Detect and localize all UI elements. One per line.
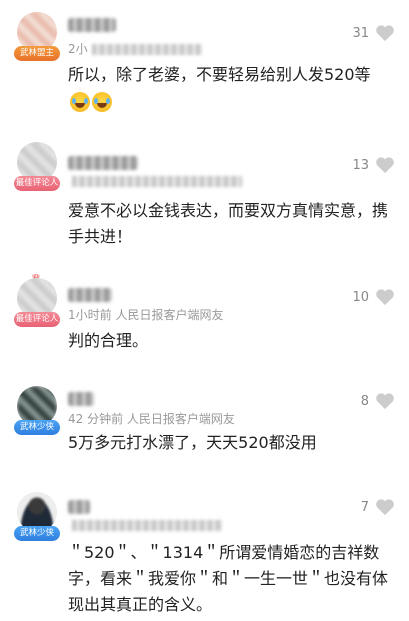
- avatar-group[interactable]: 武林盟主: [14, 12, 60, 61]
- laughing-tears-emoji-icon: [70, 91, 90, 112]
- comment-text: 所以，除了老婆，不要轻易给别人发520等: [68, 62, 388, 114]
- username-blurred[interactable]: [68, 288, 112, 302]
- comment-meta: [68, 174, 242, 188]
- like-count: 31: [352, 25, 369, 41]
- like-button[interactable]: 13: [352, 156, 395, 174]
- username-blurred[interactable]: [68, 500, 90, 514]
- like-count: 8: [360, 393, 369, 409]
- like-button[interactable]: 31: [352, 24, 395, 42]
- comment-meta: 42 分钟前 人民日报客户端网友: [68, 412, 235, 426]
- username-blurred[interactable]: [68, 18, 116, 32]
- avatar-group[interactable]: 武林少侠: [14, 386, 60, 435]
- like-button[interactable]: 7: [361, 498, 395, 516]
- comment-meta: 2小: [68, 40, 202, 57]
- like-count: 7: [360, 499, 369, 515]
- comment-text: 判的合理。: [68, 331, 149, 350]
- laughing-tears-emoji-icon: [92, 91, 112, 112]
- user-title-badge: 最佳评论人: [14, 312, 60, 327]
- user-title-badge: 武林少侠: [14, 420, 60, 435]
- comment-text: 爱意不必以金钱表达，而要双方真情实意，携手共进！: [68, 201, 389, 246]
- comment-text: ＂520＂、＂1314＂所谓爱情婚恋的吉祥数字，看来＂我爱你＂和＂一生一世＂也没…: [68, 543, 389, 614]
- comment-item: 最佳评论人 爱意不必以金钱表达，而要双方真情实意，携手共进！ 13: [0, 130, 409, 260]
- avatar-group[interactable]: 武林少侠: [14, 492, 60, 541]
- comment-item: 武林少侠 42 分钟前 人民日报客户端网友 5万多元打水漂了，天天520都没用 …: [0, 378, 409, 478]
- user-title-badge: 武林盟主: [14, 46, 60, 61]
- heart-icon[interactable]: [375, 156, 395, 174]
- username-blurred[interactable]: [68, 392, 94, 406]
- heart-icon[interactable]: [375, 392, 395, 410]
- like-count: 13: [352, 157, 369, 173]
- avatar-group[interactable]: ♛ 最佳评论人: [14, 272, 60, 327]
- heart-icon[interactable]: [375, 288, 395, 306]
- like-count: 10: [352, 289, 369, 305]
- comment-item: 武林少侠 ＂520＂、＂1314＂所谓爱情婚恋的吉祥数字，看来＂我爱你＂和＂一生…: [0, 488, 409, 621]
- user-title-badge: 最佳评论人: [14, 176, 60, 191]
- like-button[interactable]: 10: [352, 288, 395, 306]
- comment-item: 武林盟主 2小 所以，除了老婆，不要轻易给别人发520等 31: [0, 0, 409, 120]
- comment-meta: 1小时前 人民日报客户端网友: [68, 308, 224, 322]
- username-blurred[interactable]: [68, 156, 138, 170]
- heart-icon[interactable]: [375, 24, 395, 42]
- comment-item: ♛ 最佳评论人 1小时前 人民日报客户端网友 判的合理。 10: [0, 270, 409, 370]
- heart-icon[interactable]: [375, 498, 395, 516]
- comment-text: 5万多元打水漂了，天天520都没用: [68, 433, 317, 452]
- comment-meta: [68, 518, 222, 532]
- avatar-group[interactable]: 最佳评论人: [14, 142, 60, 191]
- like-button[interactable]: 8: [361, 392, 395, 410]
- user-title-badge: 武林少侠: [14, 526, 60, 541]
